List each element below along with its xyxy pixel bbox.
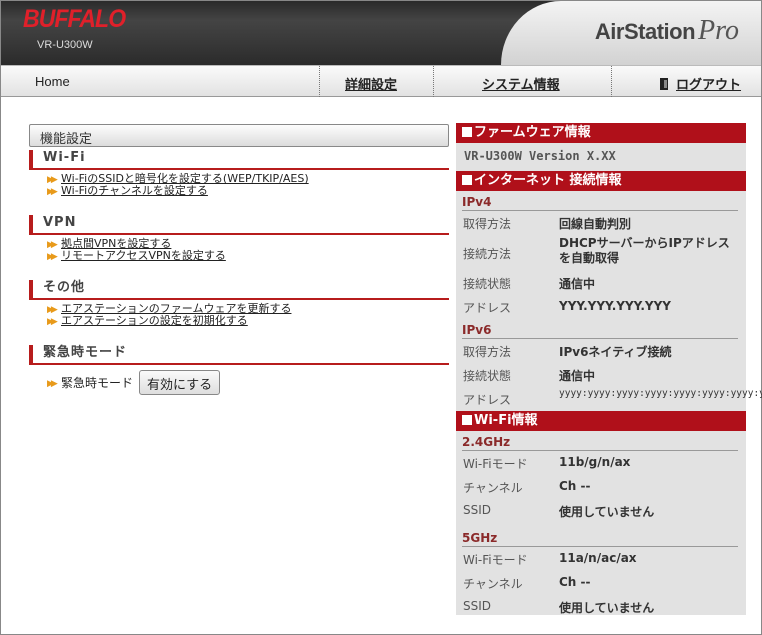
info-row: 取得方法 回線自動判別: [463, 217, 632, 231]
nav-item-system-info[interactable]: システム情報: [433, 66, 603, 97]
square-bullet-icon: [462, 175, 472, 185]
nav-item-logout[interactable]: ログアウト: [611, 66, 761, 97]
logout-link[interactable]: ログアウト: [676, 78, 741, 93]
logout-door-icon: [660, 78, 668, 90]
header-bar: BUFFALO VR-U300W AirStation Pro: [1, 1, 761, 65]
section-title-wifi: Wi-Fi: [29, 150, 449, 168]
info-row: アドレスyyyy:yyyy:yyyy:yyyy:yyyy:yyyy:yyyy:y…: [463, 388, 762, 408]
section-emergency: 緊急時モード ▶▶ 緊急時モード 有効にする: [29, 345, 449, 395]
double-arrow-icon: ▶▶: [47, 187, 58, 197]
section-wifi: Wi-Fi ▶▶ Wi-FiのSSIDと暗号化を設定する(WEP/TKIP/AES…: [29, 150, 449, 197]
model-name: VR-U300W: [37, 39, 93, 51]
firmware-info-header: ファームウェア情報: [456, 123, 746, 143]
link-wifi-channel[interactable]: ▶▶ Wi-Fiのチャンネルを設定する: [47, 185, 449, 198]
section-title-vpn: VPN: [29, 215, 449, 233]
info-row: SSID 使用していません: [463, 599, 655, 615]
buffalo-logo: BUFFALO: [23, 5, 126, 33]
nav-item-advanced[interactable]: 詳細設定: [319, 66, 425, 97]
info-row: チャンネル Ch --: [463, 575, 591, 591]
info-row: アドレス YYY.YYY.YYY.YYY: [463, 299, 671, 315]
double-arrow-icon: ▶▶: [47, 240, 58, 250]
airstation-brand: AirStation Pro: [594, 15, 739, 46]
square-bullet-icon: [462, 415, 472, 425]
status-panel: ファームウェア情報 VR-U300W Version X.XX インターネット …: [456, 123, 762, 615]
wifi-5ghz-subheader: 5GHz: [462, 531, 738, 547]
panel-title: 機能設定: [29, 124, 449, 147]
ipv6-subheader: IPv6: [462, 323, 738, 339]
link-factory-reset[interactable]: ▶▶ エアステーションの設定を初期化する: [47, 315, 449, 328]
emergency-mode-label: 緊急時モード: [61, 376, 134, 390]
info-row: SSID 使用していません: [463, 503, 655, 519]
wifi-24ghz-subheader: 2.4GHz: [462, 435, 738, 451]
double-arrow-icon: ▶▶: [47, 317, 58, 327]
square-bullet-icon: [462, 127, 472, 137]
section-title-emergency: 緊急時モード: [29, 345, 449, 363]
double-arrow-icon: ▶▶: [47, 252, 58, 262]
firmware-version: VR-U300W Version X.XX: [464, 149, 616, 163]
ipv4-subheader: IPv4: [462, 195, 738, 211]
nav-system-info-label[interactable]: システム情報: [482, 74, 560, 93]
wifi-info-header: Wi-Fi情報: [456, 411, 746, 431]
internet-info-header: インターネット 接続情報: [456, 171, 746, 191]
nav-advanced-label[interactable]: 詳細設定: [345, 74, 397, 93]
navigation-bar: Home 詳細設定 システム情報 ログアウト: [1, 65, 761, 97]
link-remote-vpn[interactable]: ▶▶ リモートアクセスVPNを設定する: [47, 250, 449, 263]
header-brand-area: AirStation Pro: [501, 1, 761, 65]
info-row: Wi-Fiモード 11b/g/n/ax: [463, 455, 631, 471]
enable-emergency-button[interactable]: 有効にする: [139, 370, 221, 395]
double-arrow-icon: ▶▶: [47, 305, 58, 315]
info-row: 接続状態 通信中: [463, 277, 596, 291]
info-row: 取得方法 IPv6ネイティブ接続: [463, 345, 672, 359]
function-settings-panel: 機能設定 Wi-Fi ▶▶ Wi-FiのSSIDと暗号化を設定する(WEP/TKI…: [29, 124, 449, 395]
info-row: Wi-Fiモード 11a/n/ac/ax: [463, 551, 637, 567]
section-vpn: VPN ▶▶ 拠点間VPNを設定する ▶▶ リモートアクセスVPNを設定する: [29, 215, 449, 262]
nav-home[interactable]: Home: [35, 74, 70, 89]
section-other: その他 ▶▶ エアステーションのファームウェアを更新する ▶▶ エアステーションの設…: [29, 280, 449, 327]
double-arrow-icon: ▶▶: [47, 175, 58, 185]
section-title-other: その他: [29, 280, 449, 298]
info-row: 接続方法 DHCPサーバーからIPアドレスを自動取得: [463, 236, 730, 265]
double-arrow-icon: ▶▶: [47, 379, 58, 389]
info-row: 接続状態 通信中: [463, 369, 596, 383]
info-row: チャンネル Ch --: [463, 479, 591, 495]
